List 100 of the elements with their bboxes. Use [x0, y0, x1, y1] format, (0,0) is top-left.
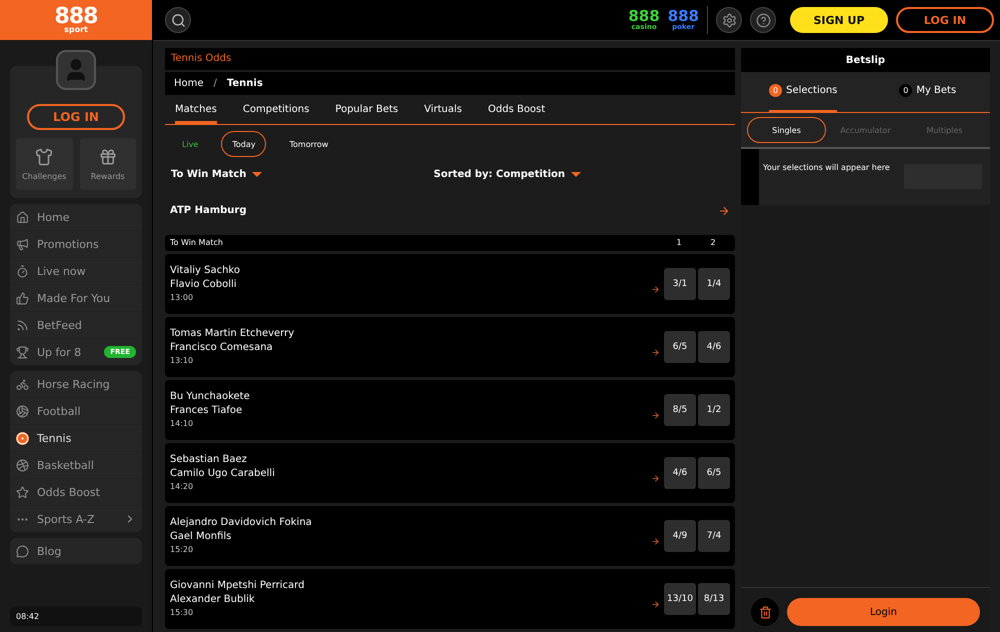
match-card[interactable]: Vitaliy Sachko Flavio Cobolli 13:00 3/1 1/4 [165, 254, 735, 314]
match-time: 13:00 [170, 293, 194, 302]
tab[interactable]: Matches [175, 97, 217, 124]
trophy-icon [16, 346, 29, 358]
odds-button[interactable]: 1/4 [698, 268, 730, 300]
tab[interactable]: Odds Boost [488, 97, 546, 124]
player-name: Frances Tiafoe [170, 405, 244, 416]
login-button[interactable]: Login [787, 598, 980, 626]
filter-pill[interactable]: Today [221, 131, 266, 158]
shirt-icon [35, 148, 54, 166]
player-name: Francisco Comesana [170, 342, 274, 354]
chat-icon [16, 544, 29, 558]
side-strip [741, 149, 759, 205]
menu-item[interactable]: BetFeed [10, 312, 142, 339]
arrow-icon[interactable] [651, 474, 660, 483]
count-badge: 0 [769, 84, 782, 97]
arrow-icon[interactable] [651, 410, 660, 420]
player-name: Sebastian Baez [170, 454, 248, 466]
star-badge-icon [16, 486, 29, 498]
menu-item[interactable]: Made For You [10, 285, 142, 312]
menu-item[interactable]: Live now [10, 258, 142, 285]
player-name: Tomas Martin Etcheverry [170, 328, 294, 340]
trash-icon [758, 606, 772, 618]
menu-tile[interactable]: Rewards [80, 138, 136, 190]
column-header: To Win Match [170, 238, 223, 248]
filter-pill[interactable]: Tomorrow [278, 131, 340, 158]
match-time: 14:10 [170, 419, 194, 428]
breadcrumb-current: Tennis [226, 78, 263, 89]
stopwatch-icon [16, 264, 29, 278]
odds-button[interactable]: 3/1 [664, 268, 696, 300]
betslip-title: Betslip [741, 48, 990, 72]
arrow-icon[interactable] [651, 348, 660, 357]
player-name: Gael Monfils [170, 531, 232, 542]
player-name: Flavio Cobolli [170, 279, 238, 290]
odds-button[interactable]: 4/9 [664, 520, 696, 552]
arrow-icon[interactable] [651, 536, 660, 546]
betslip-tab[interactable]: 0 My Bets [866, 72, 990, 112]
sport-item[interactable]: Basketball [10, 452, 142, 479]
help-icon [756, 12, 770, 28]
column-header: 1 [675, 238, 683, 248]
sort-dropdown[interactable]: Sorted by: Competition [434, 169, 581, 180]
avatar-icon [56, 50, 96, 90]
login-button[interactable]: LOG IN [896, 7, 994, 33]
match-card[interactable]: Bu Yunchaokete Frances Tiafoe 14:10 8/5 1/2 [165, 380, 735, 440]
bet-type-tab[interactable]: Singles [747, 117, 826, 143]
player-name: Bu Yunchaokete [170, 391, 250, 402]
match-card[interactable]: Tomas Martin Etcheverry Francisco Comesana 13:10 6/5 4/6 [165, 316, 735, 377]
trash-button[interactable] [751, 598, 779, 626]
odds-button[interactable]: 6/5 [664, 330, 696, 363]
tab[interactable]: Popular Bets [335, 97, 398, 124]
sport-item[interactable]: Horse Racing [10, 371, 142, 398]
odds-button[interactable]: 8/5 [664, 394, 696, 426]
search-button[interactable] [165, 7, 191, 33]
market-dropdown[interactable]: To Win Match [171, 169, 262, 180]
odds-button[interactable]: 4/6 [698, 330, 730, 363]
column-header: 2 [709, 238, 717, 248]
sport-item[interactable]: Football [10, 398, 142, 425]
match-card[interactable]: Alejandro Davidovich Fokina Gael Monfils 15:20 4/9 7/4 [165, 506, 735, 566]
player-name: Camilo Ugo Carabelli [170, 468, 275, 480]
arrow-icon[interactable] [651, 600, 660, 609]
player-name: Vitaliy Sachko [170, 265, 240, 276]
player-name: Alexander Bublik [170, 594, 256, 606]
match-card[interactable]: Giovanni Mpetshi Perricard Alexander Bublik 15:30 13/10 8/13 [165, 568, 735, 629]
menu-item[interactable]: Promotions [10, 231, 142, 258]
breadcrumb-separator: / [214, 78, 217, 89]
tab[interactable]: Virtuals [424, 97, 462, 124]
odds-button[interactable]: 4/6 [664, 456, 696, 489]
sport-item[interactable]: Sports A-Z [10, 506, 142, 532]
page-title: Tennis Odds [165, 48, 735, 70]
clock: 08:42 [10, 607, 142, 626]
menu-item[interactable]: Blog [10, 538, 142, 564]
odds-button[interactable]: 13/10 [664, 582, 696, 615]
filter-pill[interactable]: Live [171, 131, 210, 158]
tennis-ball-icon [16, 432, 29, 444]
sport-item[interactable]: Odds Boost [10, 479, 142, 506]
menu-tile[interactable]: Challenges [16, 138, 72, 190]
gear-icon [722, 12, 736, 28]
menu-item[interactable]: Home [10, 204, 142, 231]
odds-button[interactable]: 7/4 [698, 520, 730, 552]
match-card[interactable]: Sebastian Baez Camilo Ugo Carabelli 14:20 4/6 6/5 [165, 442, 735, 503]
player-name: Giovanni Mpetshi Perricard [170, 580, 304, 592]
arrow-icon[interactable] [651, 284, 660, 294]
match-time: 13:10 [170, 356, 194, 366]
player-name: Alejandro Davidovich Fokina [170, 517, 312, 528]
competition-title: ATP Hamburg [170, 205, 246, 216]
match-time: 15:30 [170, 608, 194, 618]
odds-button[interactable]: 1/2 [698, 394, 730, 426]
tab[interactable]: Competitions [242, 97, 310, 124]
settings-button[interactable] [716, 7, 742, 33]
breadcrumb-link[interactable]: Home [174, 78, 204, 89]
odds-button[interactable]: 8/13 [698, 582, 730, 615]
sport-item[interactable]: Tennis [10, 425, 142, 452]
arrow-icon[interactable] [718, 204, 730, 217]
odds-button[interactable]: 6/5 [698, 456, 730, 489]
login-button[interactable]: LOG IN [27, 104, 125, 130]
signup-button[interactable]: SIGN UP [790, 7, 888, 33]
help-button[interactable] [750, 7, 776, 33]
feed-icon [16, 318, 29, 332]
megaphone-icon [16, 238, 29, 250]
match-time: 15:20 [170, 545, 194, 554]
